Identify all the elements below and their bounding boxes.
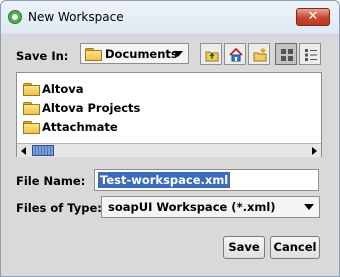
details-view-icon xyxy=(305,49,317,61)
files-of-type-dropdown[interactable]: soapUI Workspace (*.xml) xyxy=(101,196,320,218)
file-name: Attachmate xyxy=(42,120,118,134)
save-button[interactable]: Save xyxy=(223,236,265,259)
home-icon xyxy=(229,48,243,62)
folder-icon xyxy=(23,121,40,134)
details-view-button[interactable] xyxy=(299,43,321,65)
horizontal-scrollbar[interactable] xyxy=(17,143,321,157)
new-folder-button[interactable] xyxy=(248,43,270,65)
file-name-input[interactable]: Test-workspace.xml xyxy=(94,169,319,191)
folder-icon xyxy=(23,102,40,115)
chevron-down-icon xyxy=(304,204,314,210)
up-one-level-button[interactable] xyxy=(200,43,222,65)
list-view-button[interactable] xyxy=(275,43,297,65)
window-title: New Workspace xyxy=(28,10,124,24)
home-button[interactable] xyxy=(224,43,246,65)
list-view-icon xyxy=(281,49,293,61)
up-one-level-icon xyxy=(205,51,219,62)
cancel-button[interactable]: Cancel xyxy=(270,236,320,259)
file-list[interactable]: Altova Altova Projects Attachmate xyxy=(16,72,322,157)
file-name-label: File Name: xyxy=(16,174,86,188)
file-name: Altova xyxy=(42,82,84,96)
file-name-value: Test-workspace.xml xyxy=(98,172,231,188)
files-of-type-label: Files of Type: xyxy=(16,201,102,215)
files-of-type-value: soapUI Workspace (*.xml) xyxy=(108,200,276,214)
title-bar[interactable]: New Workspace ✕ xyxy=(1,1,339,35)
save-in-dropdown[interactable]: Documents xyxy=(80,43,189,64)
scroll-right-button[interactable] xyxy=(307,144,321,157)
new-folder-icon xyxy=(253,48,267,62)
soapui-app-icon xyxy=(8,10,22,24)
file-name: Altova Projects xyxy=(42,101,141,115)
save-in-value: Documents xyxy=(105,47,178,61)
scroll-left-button[interactable] xyxy=(17,144,31,157)
save-in-label: Save In: xyxy=(16,49,69,63)
folder-icon xyxy=(85,48,102,61)
new-workspace-dialog: New Workspace ✕ Save In: Documents Altov… xyxy=(0,0,340,277)
scroll-thumb[interactable] xyxy=(32,145,54,156)
close-button[interactable]: ✕ xyxy=(296,8,330,26)
chevron-down-icon xyxy=(173,51,183,57)
folder-icon xyxy=(23,83,40,96)
